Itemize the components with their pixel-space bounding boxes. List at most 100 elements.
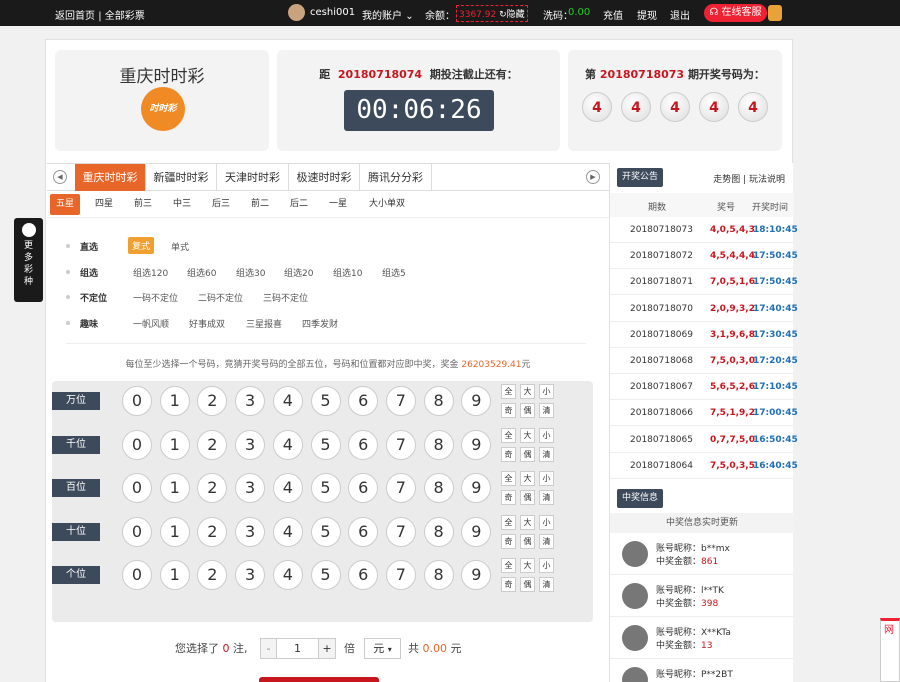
digit-ball[interactable]: 1 (159, 430, 190, 460)
quick-select-button[interactable]: 小 (539, 558, 554, 573)
digit-ball[interactable]: 4 (272, 430, 303, 460)
option-fun-3[interactable]: 三星报喜 (246, 317, 282, 330)
logout-link[interactable]: 退出 (670, 7, 690, 22)
digit-ball[interactable]: 5 (310, 473, 341, 503)
tab-txffc[interactable]: 腾讯分分彩 (360, 164, 432, 191)
digit-ball[interactable]: 7 (385, 473, 416, 503)
quick-select-button[interactable]: 大 (520, 558, 535, 573)
digit-ball[interactable]: 4 (272, 386, 303, 416)
digit-ball[interactable]: 9 (461, 430, 492, 460)
digit-ball[interactable]: 4 (272, 473, 303, 503)
home-link[interactable]: 返回首页 (55, 11, 95, 22)
quick-select-button[interactable]: 奇 (501, 534, 516, 549)
subtab-back-three[interactable]: 后三 (206, 194, 236, 215)
quick-select-button[interactable]: 奇 (501, 577, 516, 592)
digit-ball[interactable]: 9 (461, 560, 492, 590)
quick-select-button[interactable]: 小 (539, 384, 554, 399)
digit-ball[interactable]: 3 (235, 386, 266, 416)
digit-ball[interactable]: 0 (122, 430, 152, 460)
subtab-front-two[interactable]: 前二 (245, 194, 275, 215)
digit-ball[interactable]: 5 (310, 517, 341, 547)
digit-ball[interactable]: 9 (461, 517, 492, 547)
tab-jsssc[interactable]: 极速时时彩 (289, 164, 360, 191)
hide-balance-button[interactable]: 隐藏 (507, 10, 525, 20)
tab-next-arrow-icon[interactable]: ▶ (586, 170, 600, 184)
quick-select-button[interactable]: 全 (501, 515, 516, 530)
digit-ball[interactable]: 5 (310, 560, 341, 590)
username[interactable]: ceshi001 (310, 7, 355, 18)
quick-select-button[interactable]: 全 (501, 558, 516, 573)
digit-ball[interactable]: 8 (423, 517, 454, 547)
option-danshi[interactable]: 单式 (171, 240, 189, 253)
option-group10[interactable]: 组选10 (333, 266, 362, 279)
digit-ball[interactable]: 1 (159, 386, 190, 416)
option-fun-4[interactable]: 四季发财 (302, 317, 338, 330)
digit-ball[interactable]: 2 (197, 386, 228, 416)
digit-ball[interactable]: 1 (159, 560, 190, 590)
quick-select-button[interactable]: 偶 (520, 577, 535, 592)
multiple-minus-button[interactable]: - (260, 638, 277, 659)
quick-select-button[interactable]: 大 (520, 515, 535, 530)
quick-select-button[interactable]: 小 (539, 471, 554, 486)
quick-select-button[interactable]: 全 (501, 428, 516, 443)
option-group20[interactable]: 组选20 (284, 266, 313, 279)
quick-select-button[interactable]: 清 (539, 577, 554, 592)
digit-ball[interactable]: 0 (122, 473, 152, 503)
option-fun-2[interactable]: 好事成双 (189, 317, 225, 330)
quick-select-button[interactable]: 大 (520, 471, 535, 486)
quick-select-button[interactable]: 清 (539, 534, 554, 549)
option-fushi[interactable]: 复式 (128, 237, 155, 254)
digit-ball[interactable]: 7 (385, 430, 416, 460)
option-three-code[interactable]: 三码不定位 (263, 291, 308, 304)
digit-ball[interactable]: 8 (423, 430, 454, 460)
subtab-big-small[interactable]: 大小单双 (363, 194, 411, 215)
refresh-icon[interactable]: ↻ (499, 10, 507, 20)
multiple-plus-button[interactable]: + (318, 638, 336, 659)
quick-select-button[interactable]: 奇 (501, 490, 516, 505)
digit-ball[interactable]: 6 (348, 473, 379, 503)
quick-select-button[interactable]: 偶 (520, 447, 535, 462)
digit-ball[interactable]: 6 (348, 517, 379, 547)
tab-prev-arrow-icon[interactable]: ◀ (53, 170, 67, 184)
digit-ball[interactable]: 9 (461, 473, 492, 503)
quick-select-button[interactable]: 偶 (520, 490, 535, 505)
digit-ball[interactable]: 8 (423, 386, 454, 416)
digit-ball[interactable]: 1 (159, 517, 190, 547)
quick-select-button[interactable]: 奇 (501, 403, 516, 418)
quick-select-button[interactable]: 偶 (520, 534, 535, 549)
digit-ball[interactable]: 3 (235, 473, 266, 503)
digit-ball[interactable]: 1 (159, 473, 190, 503)
subtab-one-star[interactable]: 一星 (323, 194, 353, 215)
option-fun-1[interactable]: 一帆风顺 (133, 317, 169, 330)
quick-select-button[interactable]: 偶 (520, 403, 535, 418)
option-group60[interactable]: 组选60 (187, 266, 216, 279)
digit-ball[interactable]: 0 (122, 560, 152, 590)
quick-select-button[interactable]: 全 (501, 471, 516, 486)
digit-ball[interactable]: 8 (423, 473, 454, 503)
tab-xjssc[interactable]: 新疆时时彩 (146, 164, 217, 191)
digit-ball[interactable]: 7 (385, 386, 416, 416)
digit-ball[interactable]: 4 (272, 517, 303, 547)
online-service-button[interactable]: ☊ 在线客服 (704, 4, 767, 22)
quick-select-button[interactable]: 大 (520, 384, 535, 399)
digit-ball[interactable]: 0 (122, 386, 152, 416)
multiple-input[interactable]: 1 (276, 638, 319, 659)
digit-ball[interactable]: 9 (461, 386, 492, 416)
digit-ball[interactable]: 0 (122, 517, 152, 547)
digit-ball[interactable]: 3 (235, 560, 266, 590)
option-one-code[interactable]: 一码不定位 (133, 291, 178, 304)
option-group5[interactable]: 组选5 (382, 266, 406, 279)
option-group120[interactable]: 组选120 (133, 266, 168, 279)
digit-ball[interactable]: 6 (348, 560, 379, 590)
tab-cqssc[interactable]: 重庆时时彩 (75, 164, 146, 191)
subtab-back-two[interactable]: 后二 (284, 194, 314, 215)
more-games-float[interactable]: 更多彩种 (14, 218, 43, 302)
quick-select-button[interactable]: 小 (539, 428, 554, 443)
digit-ball[interactable]: 4 (272, 560, 303, 590)
tab-tjssc[interactable]: 天津时时彩 (217, 164, 289, 191)
subtab-five-star[interactable]: 五星 (50, 194, 80, 215)
quick-select-button[interactable]: 清 (539, 490, 554, 505)
quick-select-button[interactable]: 清 (539, 447, 554, 462)
corner-float[interactable]: 网 (880, 618, 900, 682)
digit-ball[interactable]: 6 (348, 430, 379, 460)
